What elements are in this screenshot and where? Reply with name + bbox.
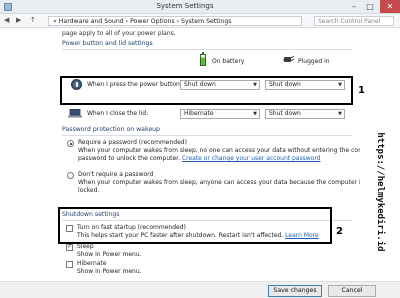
minimize-button[interactable]: – — [346, 0, 362, 13]
breadcrumb[interactable]: « Hardware and Sound › Power Options › S… — [48, 16, 302, 26]
window-title: System Settings — [156, 2, 214, 10]
lid-battery-value: Hibernate — [184, 110, 214, 117]
plugged-in-header: Plugged in — [298, 58, 330, 65]
up-icon[interactable]: ↑ — [30, 16, 36, 24]
forward-icon[interactable]: ▶ — [16, 16, 21, 24]
on-battery-header: On battery — [212, 58, 245, 65]
section-divider — [62, 49, 352, 50]
maximize-button[interactable]: □ — [362, 0, 378, 13]
hibernate-label: Hibernate — [77, 260, 107, 267]
title-bar: System Settings – □ ✕ — [0, 0, 400, 14]
back-icon[interactable]: ◀ — [4, 16, 9, 24]
chevron-down-icon: ▼ — [253, 111, 257, 117]
lid-label: When I close the lid: — [87, 110, 149, 117]
footer-bar: Save changes Cancel — [0, 281, 400, 298]
lid-plugged-select[interactable]: Shut down ▼ — [265, 109, 345, 119]
no-password-radio[interactable] — [67, 172, 74, 179]
create-password-link[interactable]: Create or change your user account passw… — [182, 155, 321, 162]
sleep-checkbox[interactable]: ✓ — [66, 243, 73, 251]
battery-icon — [200, 52, 206, 66]
sleep-label: Sleep — [77, 243, 94, 250]
no-password-desc: When your computer wakes from sleep, any… — [78, 179, 360, 186]
sleep-desc: Show in Power menu. — [77, 251, 142, 258]
require-password-desc-line2: password to unlock the computer. Create … — [78, 155, 321, 163]
address-bar: ◀ ▶ ↑ « Hardware and Sound › Power Optio… — [0, 14, 400, 28]
checkmark-icon: ✓ — [67, 243, 73, 250]
search-input[interactable]: Search Control Panel — [314, 16, 394, 26]
lid-plugged-value: Shut down — [269, 110, 301, 117]
section-divider — [62, 135, 352, 136]
plug-icon — [283, 55, 295, 62]
laptop-lid-icon — [68, 109, 82, 118]
no-password-desc-2: locked. — [78, 187, 100, 194]
no-password-label: Don't require a password — [78, 171, 154, 178]
highlight-box-2 — [58, 207, 332, 244]
annotation-number-1: 1 — [358, 85, 365, 96]
hibernate-checkbox[interactable] — [66, 261, 73, 268]
require-password-desc-2: password to unlock the computer. — [78, 155, 180, 162]
watermark-text: https://helmykediri.id — [375, 132, 385, 252]
intro-text: page apply to all of your power plans. — [62, 30, 176, 37]
require-password-desc: When your computer wakes from sleep, no … — [78, 147, 360, 154]
require-password-label: Require a password (recommended) — [78, 139, 187, 146]
require-password-radio[interactable] — [67, 140, 74, 147]
highlight-box-1 — [60, 76, 353, 105]
close-button[interactable]: ✕ — [380, 0, 400, 13]
watermark: https://helmykediri.id — [373, 112, 387, 272]
chevron-down-icon: ▼ — [338, 111, 342, 117]
save-changes-button[interactable]: Save changes — [268, 285, 322, 297]
annotation-number-2: 2 — [336, 226, 343, 237]
cancel-button[interactable]: Cancel — [328, 285, 376, 297]
hibernate-desc: Show in Power menu. — [77, 268, 142, 275]
power-lid-heading: Power button and lid settings — [62, 40, 153, 47]
lid-battery-select[interactable]: Hibernate ▼ — [180, 109, 260, 119]
password-heading: Password protection on wakeup — [62, 126, 160, 133]
